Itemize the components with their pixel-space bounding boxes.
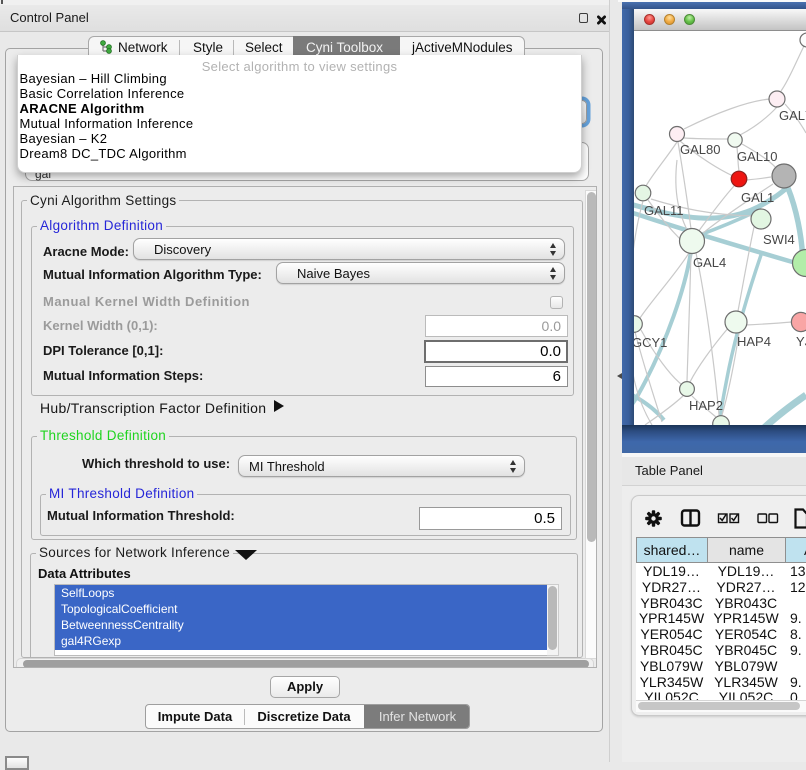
svg-text:HAP2: HAP2: [689, 398, 723, 413]
svg-text:GAL4: GAL4: [693, 255, 726, 270]
svg-text:HAP4: HAP4: [737, 334, 771, 349]
svg-text:GAL7: GAL7: [779, 108, 806, 123]
svg-text:GAL1: GAL1: [741, 190, 774, 205]
svg-text:GAL11: GAL11: [644, 203, 684, 218]
svg-text:GCY1: GCY1: [634, 335, 667, 350]
svg-text:GAL10: GAL10: [737, 149, 777, 164]
svg-text:GAL80: GAL80: [680, 142, 720, 157]
svg-text:SWI4: SWI4: [763, 232, 795, 247]
svg-text:YJ: YJ: [796, 334, 806, 349]
